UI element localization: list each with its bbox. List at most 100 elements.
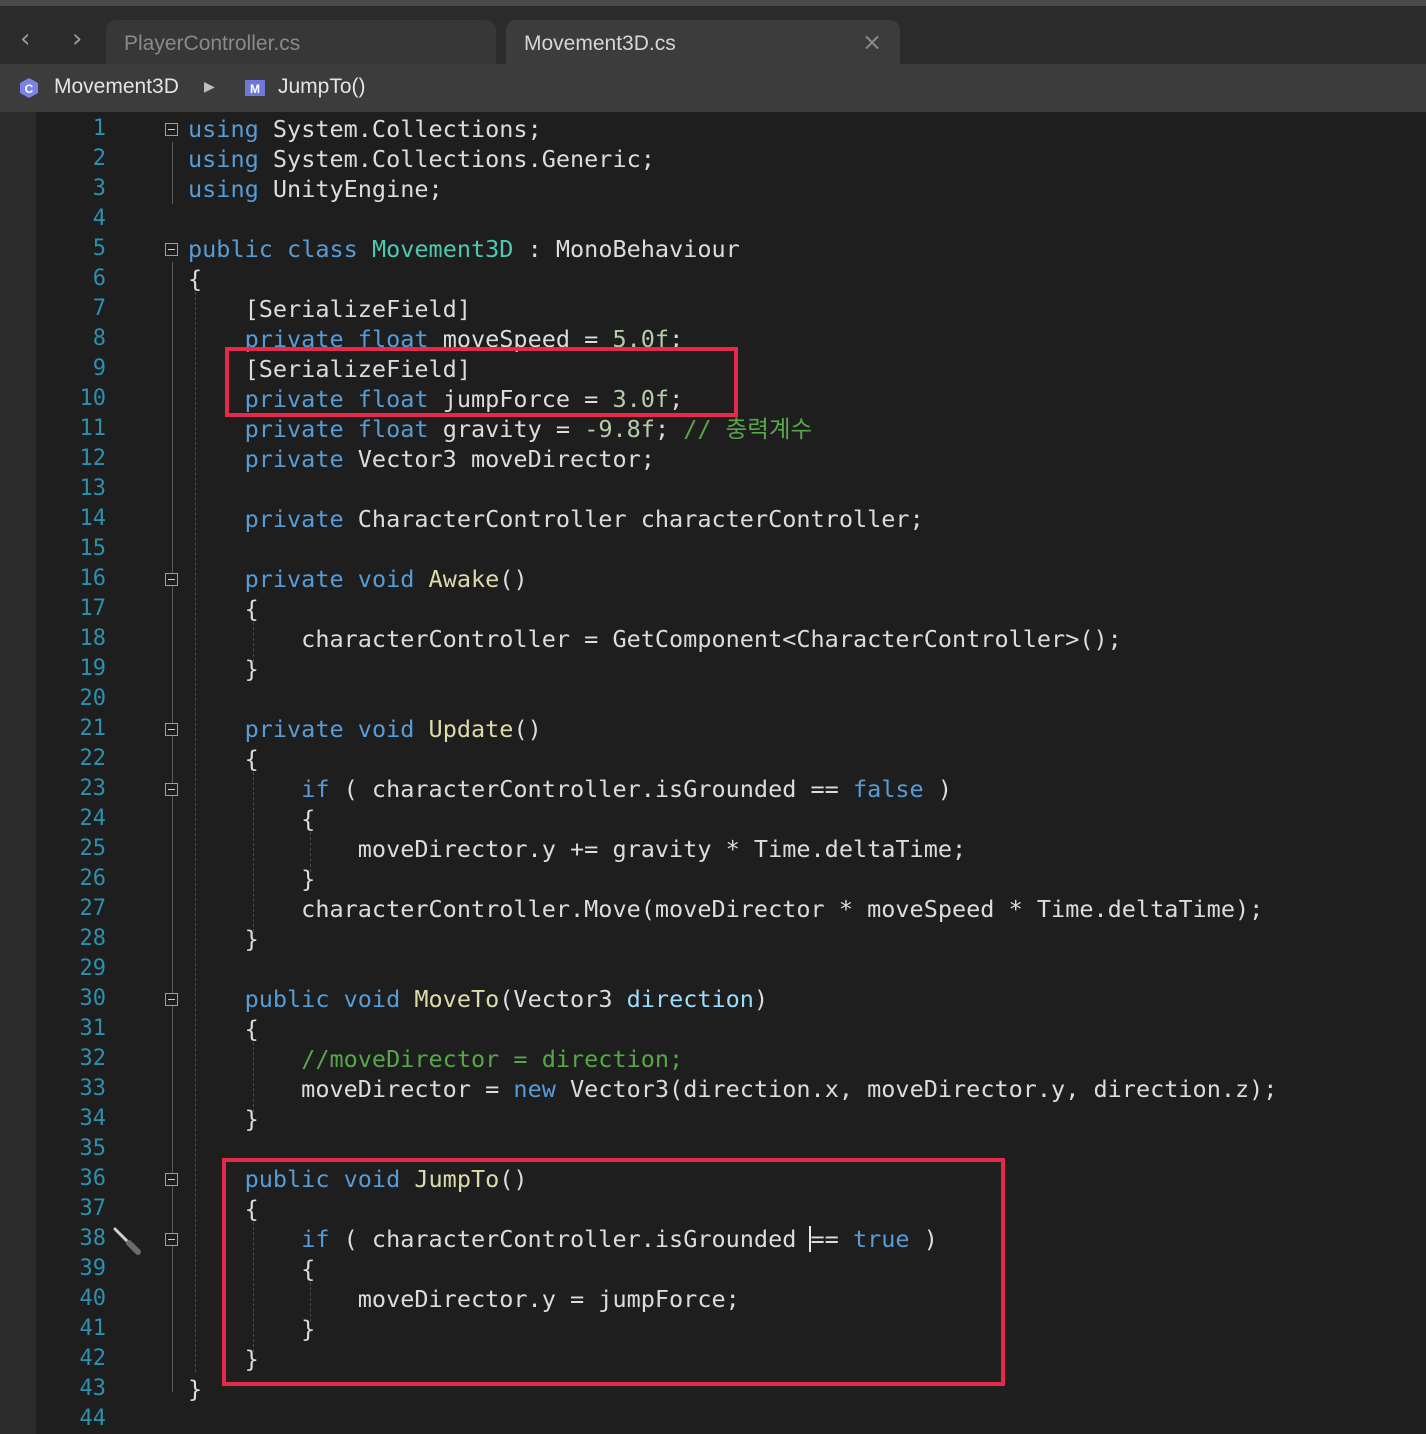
collapse-icon[interactable]: [165, 1233, 178, 1246]
code-line[interactable]: private Vector3 moveDirector;: [188, 444, 655, 474]
line-number: 40: [79, 1286, 107, 1311]
code-line[interactable]: characterController.Move(moveDirector * …: [188, 894, 1263, 924]
chevron-left-icon[interactable]: ‹: [20, 26, 30, 52]
fold-guide: [172, 142, 173, 204]
chevron-right-icon[interactable]: ›: [72, 26, 82, 52]
code-token: using: [188, 145, 259, 173]
line-number: 44: [79, 1406, 107, 1431]
line-number: 38: [79, 1226, 107, 1251]
breadcrumb-class[interactable]: Movement3D: [54, 75, 179, 99]
line-number: 36: [79, 1166, 107, 1191]
code-line[interactable]: private void Awake(): [188, 564, 528, 594]
code-token: [SerializeField]: [188, 295, 471, 323]
code-token: direction: [626, 985, 754, 1013]
code-token: : MonoBehaviour: [513, 235, 740, 263]
code-token: }: [188, 655, 259, 683]
close-icon[interactable]: ×: [862, 28, 882, 56]
code-line[interactable]: }: [188, 1374, 202, 1404]
code-line[interactable]: {: [188, 744, 259, 774]
code-line[interactable]: }: [188, 924, 259, 954]
breadcrumb-method[interactable]: JumpTo(): [278, 75, 366, 99]
code-token: }: [188, 1105, 259, 1133]
collapse-icon[interactable]: [165, 723, 178, 736]
code-line[interactable]: //moveDirector = direction;: [188, 1044, 683, 1074]
code-line[interactable]: public void MoveTo(Vector3 direction): [188, 984, 769, 1014]
tab-playercontroller[interactable]: PlayerController.cs: [106, 20, 496, 64]
code-line[interactable]: using System.Collections.Generic;: [188, 144, 655, 174]
collapse-icon[interactable]: [165, 993, 178, 1006]
line-number: 42: [79, 1346, 107, 1371]
code-line[interactable]: if ( characterController.isGrounded == f…: [188, 774, 952, 804]
collapse-icon[interactable]: [165, 573, 178, 586]
code-token: CharacterController characterController;: [343, 505, 924, 533]
code-token: // 충력계수: [683, 415, 813, 443]
line-number: 5: [92, 236, 106, 261]
code-line[interactable]: [SerializeField]: [188, 294, 471, 324]
code-token: -9.8f: [584, 415, 655, 443]
line-number: 32: [79, 1046, 107, 1071]
code-token: }: [188, 925, 259, 953]
code-line[interactable]: public class Movement3D : MonoBehaviour: [188, 234, 740, 264]
code-token: }: [188, 865, 316, 893]
code-line[interactable]: private CharacterController characterCon…: [188, 504, 924, 534]
svg-text:M: M: [250, 82, 260, 96]
code-line[interactable]: using System.Collections;: [188, 114, 542, 144]
line-number: 18: [79, 626, 107, 651]
collapse-icon[interactable]: [165, 783, 178, 796]
tab-label: Movement3D.cs: [524, 32, 676, 55]
code-token: private: [244, 565, 344, 593]
code-token: class: [287, 235, 358, 263]
code-token: new: [513, 1075, 556, 1103]
code-token: (): [513, 715, 542, 743]
code-line[interactable]: }: [188, 654, 259, 684]
code-token: void: [357, 565, 415, 593]
line-number: 1: [92, 116, 106, 141]
screwdriver-icon[interactable]: [112, 1226, 142, 1256]
code-line[interactable]: moveDirector.y += gravity * Time.deltaTi…: [188, 834, 966, 864]
code-token: //moveDirector = direction;: [301, 1045, 684, 1073]
line-number: 27: [79, 896, 107, 921]
code-token: Awake: [428, 565, 500, 593]
tab-movement3d[interactable]: Movement3D.cs ×: [506, 20, 900, 64]
code-token: using: [188, 175, 259, 203]
line-number: 25: [79, 836, 107, 861]
code-line[interactable]: moveDirector = new Vector3(direction.x, …: [188, 1074, 1277, 1104]
code-token: if: [301, 775, 330, 803]
indent-guide: [253, 622, 254, 662]
indent-guide: [253, 1042, 254, 1112]
line-number: 21: [79, 716, 107, 741]
code-line[interactable]: private void Update(): [188, 714, 542, 744]
collapse-icon[interactable]: [165, 243, 178, 256]
code-token: ( characterController.isGrounded ==: [329, 775, 853, 803]
line-number: 31: [79, 1016, 107, 1041]
code-token: void: [343, 985, 401, 1013]
code-line[interactable]: {: [188, 264, 202, 294]
collapse-icon[interactable]: [165, 123, 178, 136]
code-line[interactable]: {: [188, 1014, 259, 1044]
code-line[interactable]: private float gravity = -9.8f; // 충력계수: [188, 414, 813, 444]
line-number: 10: [79, 386, 107, 411]
code-line[interactable]: }: [188, 1104, 259, 1134]
code-line[interactable]: }: [188, 864, 315, 894]
collapse-icon[interactable]: [165, 1173, 178, 1186]
code-token: private: [244, 415, 344, 443]
triangle-right-icon: ▶: [204, 79, 215, 95]
code-token: (): [499, 565, 528, 593]
line-number: 28: [79, 926, 107, 951]
code-line[interactable]: {: [188, 804, 315, 834]
code-line[interactable]: characterController = GetComponent<Chara…: [188, 624, 1122, 654]
code-token: UnityEngine;: [258, 175, 443, 203]
code-line[interactable]: {: [188, 594, 259, 624]
code-token: ): [753, 985, 769, 1013]
code-token: float: [357, 415, 429, 443]
code-token: public: [244, 985, 330, 1013]
code-line[interactable]: using UnityEngine;: [188, 174, 443, 204]
